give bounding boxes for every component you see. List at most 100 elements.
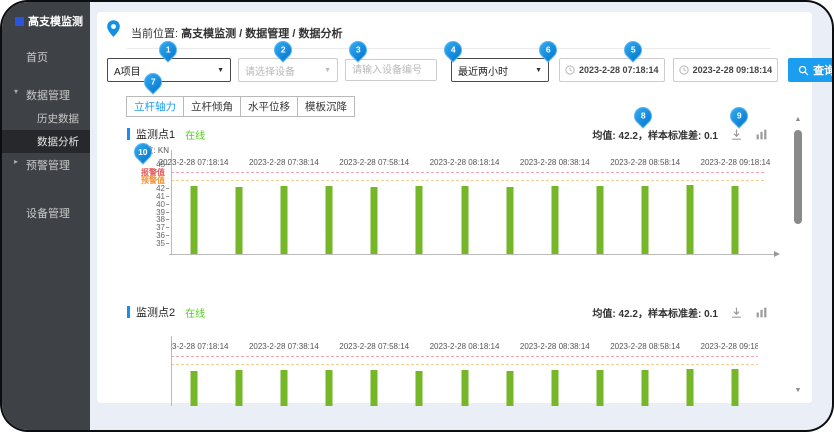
chart-bar bbox=[596, 370, 603, 406]
chart-area: 单位: KN454241403938373635报警值预警值2023-2-28 … bbox=[171, 336, 758, 406]
tab-pole-tilt[interactable]: 立杆倾角 bbox=[183, 96, 241, 117]
chart-bar bbox=[235, 370, 242, 406]
x-axis-tick-label: 2023-2-28 07:38:14 bbox=[249, 158, 319, 167]
sidebar-item-device-management[interactable]: 设备管理 bbox=[2, 201, 90, 225]
logo-icon bbox=[15, 17, 24, 26]
scrollbar-thumb[interactable] bbox=[794, 130, 802, 224]
chart-bar bbox=[732, 369, 739, 406]
location-pin-icon bbox=[104, 19, 123, 38]
chart-bar bbox=[687, 369, 694, 406]
app-title: 高支模监测 bbox=[28, 13, 83, 29]
caret-right-icon: ▸ bbox=[14, 157, 18, 166]
sidebar-item-data-analysis[interactable]: 数据分析 bbox=[2, 130, 90, 153]
sidebar-item-history-data[interactable]: 历史数据 bbox=[2, 107, 90, 130]
x-axis-tick-label: 2023-2-28 08:38:14 bbox=[520, 342, 590, 351]
chart-bar bbox=[551, 186, 558, 254]
threshold-line bbox=[171, 180, 764, 181]
time-range-value: 最近两小时 bbox=[458, 63, 508, 78]
x-axis-tick-label: 2023-2-28 08:18:14 bbox=[430, 342, 500, 351]
tab-bar: 立杆轴力立杆倾角水平位移模板沉降 bbox=[127, 96, 355, 117]
sidebar-menu: 首页 ▾数据管理历史数据数据分析 ▸ 预警管理设备管理 bbox=[2, 45, 90, 225]
scroll-up-arrow[interactable]: ▲ bbox=[792, 116, 804, 124]
download-icon[interactable] bbox=[730, 128, 743, 141]
bar-chart-icon[interactable] bbox=[755, 128, 768, 141]
chart-bar bbox=[416, 186, 423, 254]
device-select-placeholder: 请选择设备 bbox=[245, 63, 295, 78]
chart-bar bbox=[326, 186, 333, 254]
sidebar-item-label: 预警管理 bbox=[26, 160, 70, 172]
content-card: 当前位置: 高支模监测 / 数据管理 / 数据分析 A项目 ▼ 请选择设备 ▼ … bbox=[97, 12, 812, 403]
chevron-down-icon: ▼ bbox=[217, 67, 224, 74]
chart-bar bbox=[371, 370, 378, 406]
chart-bar bbox=[596, 186, 603, 254]
device-number-input[interactable] bbox=[345, 59, 437, 81]
chart-bar bbox=[190, 186, 197, 254]
breadcrumb: 当前位置: 高支模监测 / 数据管理 / 数据分析 bbox=[131, 25, 342, 41]
tab-pole-axial-force[interactable]: 立杆轴力 bbox=[126, 96, 184, 117]
panel-header: 监测点2 在线 均值: 42.2，样本标准差: 0.1 bbox=[127, 304, 768, 320]
chart-area: 单位: KN454241403938373635报警值预警值2023-2-28 … bbox=[171, 158, 758, 254]
chart-bar bbox=[461, 370, 468, 406]
panel-stats: 均值: 42.2，样本标准差: 0.1 bbox=[592, 127, 718, 142]
chart-bar bbox=[687, 185, 694, 254]
sidebar-item-warning-management[interactable]: ▸ 预警管理 bbox=[2, 153, 90, 177]
x-axis-tick-label: 2023-2-28 08:38:14 bbox=[520, 158, 590, 167]
panel-title: 监测点2 bbox=[136, 304, 175, 320]
start-time-value: 2023-2-28 07:18:14 bbox=[579, 65, 659, 75]
panel-title-bar bbox=[127, 128, 130, 140]
x-axis-tick-label: 2023-2-28 09:18:14 bbox=[701, 342, 759, 351]
chevron-down-icon: ▼ bbox=[535, 67, 542, 74]
breadcrumb-prefix: 当前位置: bbox=[131, 28, 181, 40]
start-time-picker[interactable]: 2023-2-28 07:18:14 bbox=[559, 58, 665, 82]
end-time-picker[interactable]: 2023-2-28 09:18:14 bbox=[673, 58, 779, 82]
x-axis-tick-label: 2023-2-28 07:58:14 bbox=[339, 342, 409, 351]
x-axis-tick-label: 2023-2-28 08:58:14 bbox=[610, 158, 680, 167]
chart-panel: 监测点1 在线 均值: 42.2，样本标准差: 0.1 单位: KN454241… bbox=[127, 126, 768, 302]
download-icon[interactable] bbox=[730, 306, 743, 319]
search-button[interactable]: 查询 bbox=[788, 58, 832, 82]
tab-horizontal-displacement[interactable]: 水平位移 bbox=[240, 96, 298, 117]
bar-chart-icon[interactable] bbox=[755, 306, 768, 319]
chart-bar bbox=[326, 370, 333, 406]
chart-bar bbox=[506, 187, 513, 254]
breadcrumb-divider bbox=[127, 48, 770, 49]
threshold-line bbox=[171, 172, 764, 173]
vertical-scrollbar: ▲ ▼ bbox=[792, 116, 804, 395]
sidebar-item-label: 历史数据 bbox=[37, 113, 79, 125]
sidebar-item-label: 设备管理 bbox=[26, 208, 70, 220]
project-select-value: A项目 bbox=[114, 63, 141, 78]
sidebar-item-label: 首页 bbox=[26, 52, 48, 64]
chart-panel: 监测点2 在线 均值: 42.2，样本标准差: 0.1 单位: KN454241… bbox=[127, 304, 768, 403]
time-range-select[interactable]: 最近两小时 ▼ bbox=[451, 58, 549, 82]
chart-bar bbox=[235, 187, 242, 254]
x-axis-tick-label: 2023-2-28 07:18:14 bbox=[159, 158, 229, 167]
panel-title-bar bbox=[127, 306, 130, 318]
chart-bar bbox=[642, 186, 649, 254]
chart-bar bbox=[280, 186, 287, 254]
x-axis-tick-label: 2023-2-28 08:58:14 bbox=[610, 342, 680, 351]
end-time-value: 2023-2-28 09:18:14 bbox=[693, 65, 773, 75]
online-status-badge: 在线 bbox=[185, 305, 205, 320]
threshold-line bbox=[171, 364, 758, 365]
sidebar-item-home[interactable]: 首页 bbox=[2, 45, 90, 69]
x-axis-tick-label: 2023-2-28 07:18:14 bbox=[171, 342, 228, 351]
panel-title: 监测点1 bbox=[136, 126, 175, 142]
sidebar-item-label: 数据分析 bbox=[37, 136, 79, 148]
sidebar-item-data-management[interactable]: ▾数据管理 bbox=[2, 83, 90, 107]
x-axis bbox=[169, 254, 774, 255]
sidebar: 高支模监测 首页 ▾数据管理历史数据数据分析 ▸ 预警管理设备管理 bbox=[2, 2, 90, 430]
tab-formwork-settlement[interactable]: 模板沉降 bbox=[297, 96, 355, 117]
device-select[interactable]: 请选择设备 ▼ bbox=[238, 58, 338, 82]
scroll-down-arrow[interactable]: ▼ bbox=[792, 387, 804, 395]
search-button-label: 查询 bbox=[813, 62, 832, 78]
chart-bar bbox=[190, 371, 197, 406]
breadcrumb-path: 高支模监测 / 数据管理 / 数据分析 bbox=[181, 28, 342, 40]
x-axis-tick-label: 2023-2-28 07:38:14 bbox=[249, 342, 319, 351]
x-axis-tick-label: 2023-2-28 07:58:14 bbox=[339, 158, 409, 167]
project-select[interactable]: A项目 ▼ bbox=[107, 58, 231, 82]
chart-bar bbox=[551, 370, 558, 406]
online-status-badge: 在线 bbox=[185, 127, 205, 142]
axis-unit-label: 单位: KN bbox=[129, 145, 169, 156]
filter-bar: A项目 ▼ 请选择设备 ▼ 最近两小时 ▼ 2023-2-28 07:18:14 bbox=[107, 58, 832, 82]
caret-down-icon: ▾ bbox=[14, 87, 18, 96]
